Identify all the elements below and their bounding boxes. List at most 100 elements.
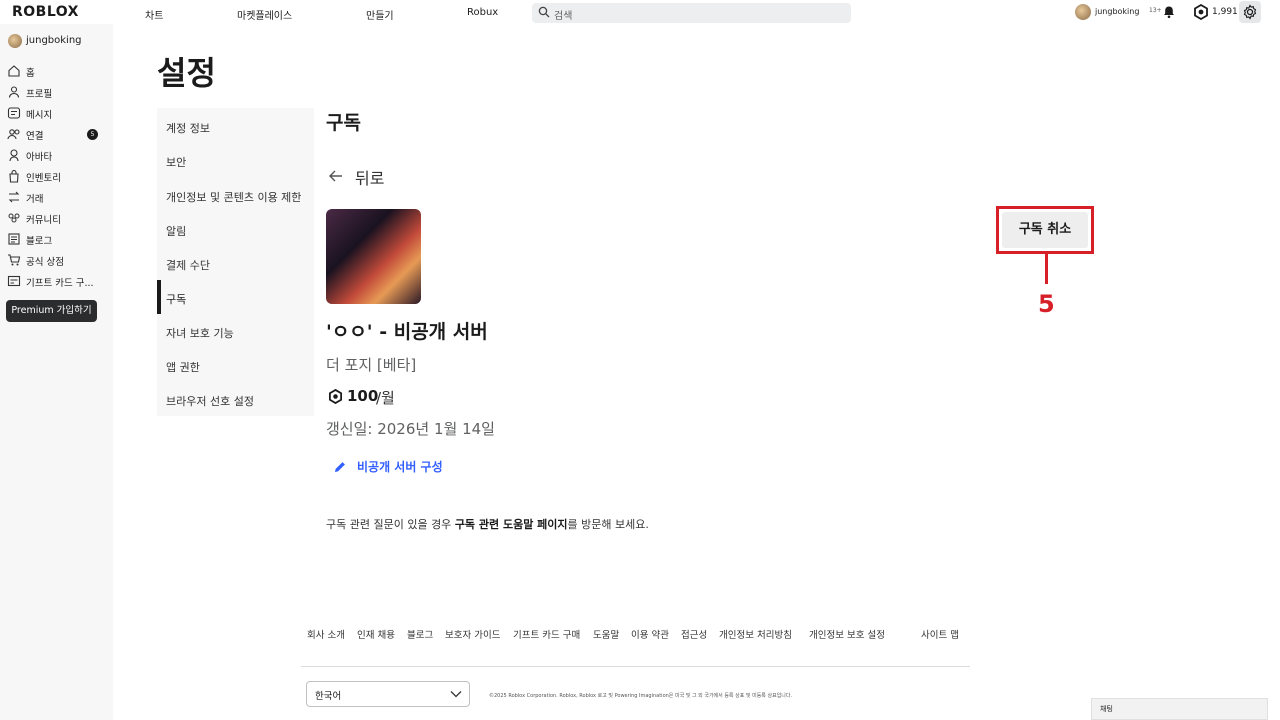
settings-tab-label: 구독 <box>166 293 187 306</box>
footer-link-parents[interactable]: 보호자 가이드 <box>445 627 500 641</box>
sidebar-item-home[interactable]: 홈 <box>7 63 107 79</box>
footer-link-help[interactable]: 도움말 <box>593 627 619 641</box>
sidebar-item-avatar[interactable]: 아바타 <box>7 147 107 163</box>
robux-icon <box>1194 3 1208 21</box>
sidebar-item-label: 거래 <box>26 194 44 205</box>
settings-tab-label: 결제 수단 <box>166 259 210 272</box>
sidebar-item-label: 커뮤니티 <box>26 215 61 226</box>
footer-links: 회사 소개 인재 채용 블로그 보호자 가이드 기프트 카드 구매 도움말 이용… <box>307 627 967 641</box>
inventory-icon <box>9 169 19 183</box>
search-input[interactable]: 검색 <box>532 3 851 23</box>
pencil-icon <box>335 462 345 472</box>
settings-tab-label: 개인정보 및 콘텐츠 이용 제한 <box>166 191 302 204</box>
settings-tab-notifications[interactable]: 알림 <box>157 212 314 246</box>
settings-tab-label: 자녀 보호 기능 <box>166 327 234 340</box>
help-text-prefix: 구독 관련 질문이 있을 경우 <box>326 518 455 531</box>
footer-link-accessibility[interactable]: 접근성 <box>681 627 707 641</box>
nav-link-marketplace[interactable]: 마켓플레이스 <box>237 7 292 22</box>
help-page-link[interactable]: 구독 관련 도움말 페이지 <box>455 518 568 531</box>
cancel-subscription-button[interactable]: 구독 취소 <box>1002 212 1088 248</box>
settings-tab-account-info[interactable]: 계정 정보 <box>157 109 314 143</box>
footer-link-privacy-policy[interactable]: 개인정보 처리방침 <box>719 627 792 641</box>
game-thumbnail <box>326 209 421 304</box>
chat-tab[interactable]: 채팅 <box>1091 698 1268 720</box>
settings-tab-billing[interactable]: 결제 수단 <box>157 246 314 280</box>
robux-icon <box>328 389 343 404</box>
sidebar-item-community[interactable]: 커뮤니티 <box>7 210 107 226</box>
roblox-logo[interactable]: ROBLOX <box>12 4 79 20</box>
settings-tab-parental-controls[interactable]: 자녀 보호 기능 <box>157 314 314 348</box>
footer-link-privacy-settings[interactable]: 개인정보 보호 설정 <box>809 627 885 641</box>
back-button[interactable]: 뒤로 <box>326 165 396 188</box>
sidebar-item-label: 홈 <box>26 68 35 79</box>
avatar <box>8 34 22 48</box>
settings-tab-label: 보안 <box>166 156 187 169</box>
sidebar-item-label: 연결 <box>26 131 44 142</box>
sidebar-item-connections[interactable]: 연결 5 <box>7 126 107 142</box>
sidebar-item-official-store[interactable]: 공식 상점 <box>7 252 107 268</box>
annotation-highlight-box: 구독 취소 <box>996 206 1094 254</box>
configure-private-server-link[interactable]: 비공개 서버 구성 <box>333 457 473 477</box>
annotation-pointer-line <box>1045 254 1048 284</box>
footer-link-sitemap[interactable]: 사이트 맵 <box>921 627 959 641</box>
footer-link-gift-cards[interactable]: 기프트 카드 구매 <box>513 627 580 641</box>
settings-nav: 계정 정보 보안 개인정보 및 콘텐츠 이용 제한 알림 결제 수단 구독 자녀… <box>157 108 314 416</box>
trade-icon <box>8 191 20 203</box>
sidebar-item-trade[interactable]: 거래 <box>7 189 107 205</box>
settings-tab-subscriptions[interactable]: 구독 <box>157 280 314 314</box>
sidebar-item-gift-card[interactable]: 기프트 카드 구... <box>7 273 107 289</box>
blog-icon <box>8 233 20 245</box>
nav-link-charts[interactable]: 차트 <box>145 7 163 22</box>
search-placeholder: 검색 <box>554 11 573 22</box>
search-icon <box>538 6 550 18</box>
price-amount: 100 <box>347 387 379 405</box>
footer-divider <box>301 666 970 667</box>
age-badge: 13+ <box>1149 7 1162 14</box>
language-select[interactable]: 한국어 <box>306 681 470 707</box>
footer-link-jobs[interactable]: 인재 채용 <box>357 627 395 641</box>
robux-balance[interactable]: 1,991 <box>1193 3 1238 21</box>
nav-link-create[interactable]: 만들기 <box>366 7 394 22</box>
gear-icon <box>1243 4 1257 20</box>
sidebar-item-label: 인벤토리 <box>26 173 61 184</box>
sidebar-username: jungboking <box>26 35 82 46</box>
price-period: /월 <box>376 389 395 407</box>
renewal-date: 갱신일: 2026년 1월 14일 <box>326 420 495 438</box>
premium-signup-button[interactable]: Premium 가입하기 <box>6 300 97 322</box>
left-sidebar: jungboking 홈 프로필 메시지 연결 5 아바타 인벤토리 거래 커뮤… <box>0 24 113 720</box>
chat-label: 채팅 <box>1100 705 1113 713</box>
settings-tab-privacy[interactable]: 개인정보 및 콘텐츠 이용 제한 <box>157 178 314 212</box>
annotation-step-number: 5 <box>1038 290 1055 318</box>
page-title: 설정 <box>157 54 216 92</box>
language-value: 한국어 <box>315 691 342 702</box>
robux-amount: 1,991 <box>1212 7 1238 17</box>
cart-icon <box>8 254 21 266</box>
footer-link-terms[interactable]: 이용 약관 <box>631 627 669 641</box>
settings-tab-security[interactable]: 보안 <box>157 143 314 177</box>
sidebar-item-blog[interactable]: 블로그 <box>7 231 107 247</box>
sidebar-item-inventory[interactable]: 인벤토리 <box>7 168 107 184</box>
game-name: 더 포지 [베타] <box>326 356 417 374</box>
avatar <box>1075 4 1091 20</box>
sidebar-item-label: 아바타 <box>26 152 53 163</box>
server-name: 'ㅇㅇ' - 비공개 서버 <box>326 321 488 343</box>
help-text: 구독 관련 질문이 있을 경우 구독 관련 도움말 페이지를 방문해 보세요. <box>326 516 649 532</box>
footer-link-about[interactable]: 회사 소개 <box>307 627 345 641</box>
sidebar-item-profile[interactable]: 프로필 <box>7 84 107 100</box>
settings-tab-app-permissions[interactable]: 앱 권한 <box>157 348 314 382</box>
footer-link-blog[interactable]: 블로그 <box>407 627 433 641</box>
nav-link-robux[interactable]: Robux <box>467 7 498 18</box>
configure-label: 비공개 서버 구성 <box>357 460 443 474</box>
settings-tab-label: 계정 정보 <box>166 122 210 135</box>
sidebar-item-label: 메시지 <box>26 110 53 121</box>
settings-tab-browser-preferences[interactable]: 브라우저 선호 설정 <box>157 382 314 416</box>
friends-icon <box>7 129 20 140</box>
settings-button[interactable] <box>1239 1 1261 23</box>
bell-icon[interactable] <box>1162 5 1176 19</box>
header-username: jungboking <box>1095 7 1140 16</box>
sidebar-item-label: 공식 상점 <box>26 257 64 268</box>
help-text-suffix: 를 방문해 보세요. <box>567 518 649 531</box>
sidebar-item-messages[interactable]: 메시지 <box>7 105 107 121</box>
sidebar-item-label: 기프트 카드 구... <box>26 278 94 289</box>
settings-tab-label: 알림 <box>166 225 187 238</box>
